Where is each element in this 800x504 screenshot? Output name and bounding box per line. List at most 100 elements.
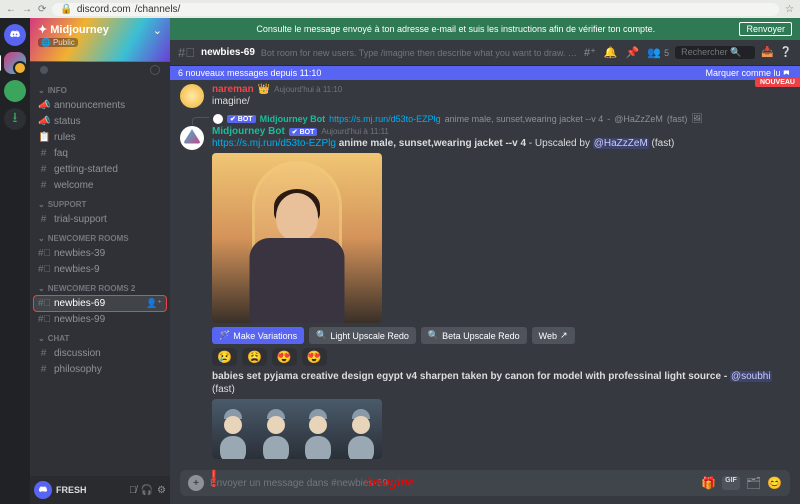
threads-icon[interactable]: #⁺ bbox=[584, 46, 596, 59]
make-variations-button[interactable]: 🪄 Make Variations bbox=[212, 327, 304, 344]
reactions: 😢 😩 😍 😍 bbox=[212, 348, 790, 366]
server-midjourney[interactable] bbox=[4, 52, 26, 74]
inbox-icon[interactable]: 📥 bbox=[761, 47, 773, 58]
imagine-overlay: /imagine bbox=[365, 475, 414, 491]
hash-icon: # bbox=[38, 214, 49, 225]
server-visibility-badge: 🌐 Public bbox=[38, 38, 78, 47]
timestamp: Aujourd'hui à 11:10 bbox=[274, 85, 342, 94]
channel-newbies-9[interactable]: #⃒newbies-9 bbox=[34, 262, 166, 277]
channel-rules[interactable]: 📋rules bbox=[34, 130, 166, 145]
download-apps-button[interactable]: ⭳ bbox=[4, 108, 26, 130]
banner-text: Consulte le message envoyé à ton adresse… bbox=[178, 24, 733, 34]
warning-icon: ❗ bbox=[204, 469, 224, 489]
reaction[interactable]: 😢 bbox=[212, 348, 237, 366]
channel-getting-started[interactable]: #getting-started bbox=[34, 162, 166, 177]
discord-home-button[interactable] bbox=[4, 24, 26, 46]
user-name: FRESH bbox=[56, 485, 125, 495]
timestamp: Aujourd'hui à 11:11 bbox=[321, 127, 389, 136]
help-icon[interactable]: ❔ bbox=[780, 47, 792, 58]
server-name: Midjourney bbox=[50, 24, 109, 36]
mute-icon[interactable]: 🎙̸ bbox=[129, 485, 137, 496]
verified-icon: ✦ bbox=[38, 23, 47, 36]
channel-status[interactable]: 📣status bbox=[34, 114, 166, 129]
attach-button[interactable]: + bbox=[188, 475, 204, 491]
message-content: https://s.mj.run/d53to-EZPlg anime male,… bbox=[212, 137, 790, 150]
composer-placeholder: Envoyer un message dans #newbies-69 bbox=[210, 478, 695, 489]
new-tag: NOUVEAU bbox=[755, 78, 800, 87]
reaction[interactable]: 😍 bbox=[272, 348, 297, 366]
light-upscale-button[interactable]: 🔍 Light Upscale Redo bbox=[309, 327, 416, 344]
avatar[interactable] bbox=[180, 126, 204, 150]
author-name[interactable]: Midjourney Bot bbox=[212, 126, 285, 137]
avatar[interactable] bbox=[180, 84, 204, 108]
message-content: imagine/ bbox=[212, 95, 790, 108]
channel-newbies-39[interactable]: #⃒newbies-39 bbox=[34, 246, 166, 261]
bot-tag: ✔ BOT bbox=[227, 115, 256, 123]
category-header[interactable]: ⌄ NEWCOMER ROOMS 2 bbox=[34, 278, 166, 295]
user-avatar[interactable] bbox=[34, 481, 52, 499]
chevron-down-icon: ⌄ bbox=[38, 234, 45, 243]
channel-newbies-69[interactable]: #⃒ newbies-69 👤⁺ bbox=[34, 296, 166, 311]
channel-label: discussion bbox=[54, 348, 101, 359]
settings-icon[interactable]: ⚙ bbox=[157, 485, 166, 496]
author-name[interactable]: nareman bbox=[212, 84, 254, 95]
image-attachment[interactable] bbox=[212, 399, 382, 459]
channel-list: ⌄ INFO📣announcements📣status📋rules#faq#ge… bbox=[30, 80, 170, 476]
bot-tag: ✔ BOT bbox=[289, 128, 318, 136]
channel-discussion[interactable]: # discussion bbox=[34, 346, 166, 361]
message-composer[interactable]: + ❗ Envoyer un message dans #newbies-69 … bbox=[180, 470, 790, 496]
reaction[interactable]: 😍 bbox=[302, 348, 327, 366]
resend-button[interactable]: Renvoyer bbox=[739, 22, 792, 36]
members-icon[interactable]: 👥 5 bbox=[647, 46, 669, 59]
new-messages-text: 6 nouveaux messages depuis 11:10 bbox=[178, 68, 321, 78]
category-header[interactable]: ⌄ CHAT bbox=[34, 328, 166, 345]
hash-icon: # bbox=[38, 348, 49, 359]
forward-icon[interactable]: → bbox=[22, 4, 32, 15]
message-list: nareman 👑 Aujourd'hui à 11:10 imagine/ ✔… bbox=[170, 80, 800, 466]
channel-label: newbies-69 bbox=[54, 298, 105, 309]
sticker-icon[interactable]: 🗂 bbox=[746, 476, 761, 490]
channel-label: announcements bbox=[54, 100, 125, 111]
pins-icon[interactable]: 📌 bbox=[626, 46, 640, 59]
boost-progress bbox=[36, 64, 164, 76]
reply-reference[interactable]: ✔ BOT Midjourney Bot https://s.mj.run/d5… bbox=[212, 112, 790, 125]
channel-welcome[interactable]: #welcome bbox=[34, 178, 166, 193]
channel-trial-support[interactable]: #trial-support bbox=[34, 212, 166, 227]
hash-chat-icon: #⃒ bbox=[38, 298, 49, 309]
channel-label: status bbox=[54, 116, 81, 127]
channel-faq[interactable]: #faq bbox=[34, 146, 166, 161]
server-2[interactable] bbox=[4, 80, 26, 102]
category-header[interactable]: ⌄ INFO bbox=[34, 80, 166, 97]
back-icon[interactable]: ← bbox=[6, 4, 16, 15]
hash-icon: # bbox=[38, 148, 49, 159]
category-header[interactable]: ⌄ SUPPORT bbox=[34, 194, 166, 211]
add-person-icon[interactable]: 👤⁺ bbox=[146, 298, 162, 309]
chat-area: Consulte le message envoyé à ton adresse… bbox=[170, 18, 800, 504]
notifications-icon[interactable]: 🔔 bbox=[604, 46, 618, 59]
search-input[interactable]: Rechercher 🔍 bbox=[675, 46, 755, 59]
gif-button[interactable]: GIF bbox=[722, 476, 740, 490]
channel-philosophy[interactable]: #philosophy bbox=[34, 362, 166, 377]
beta-upscale-button[interactable]: 🔍 Beta Upscale Redo bbox=[421, 327, 527, 344]
star-icon[interactable]: ☆ bbox=[785, 4, 794, 15]
channel-label: newbies-9 bbox=[54, 264, 100, 275]
new-messages-bar[interactable]: 6 nouveaux messages depuis 11:10 Marquer… bbox=[170, 66, 800, 80]
image-attachment[interactable] bbox=[212, 153, 382, 323]
web-button[interactable]: Web ↗ bbox=[532, 327, 575, 344]
emoji-icon[interactable]: 😊 bbox=[767, 476, 782, 490]
url-host: discord.com bbox=[77, 4, 131, 15]
reaction[interactable]: 😩 bbox=[242, 348, 267, 366]
deafen-icon[interactable]: 🎧 bbox=[141, 485, 153, 496]
mark-read-button[interactable]: Marquer comme lu bbox=[705, 68, 792, 78]
address-bar[interactable]: 🔒 discord.com/channels/ bbox=[52, 3, 779, 16]
channel-newbies-99[interactable]: #⃒newbies-99 bbox=[34, 312, 166, 327]
gift-icon[interactable]: 🎁 bbox=[701, 476, 716, 490]
crown-icon: 👑 bbox=[258, 84, 270, 95]
channel-announcements[interactable]: 📣announcements bbox=[34, 98, 166, 113]
hash-icon: # bbox=[38, 180, 49, 191]
message: Midjourney Bot ✔ BOT Aujourd'hui à 11:11… bbox=[180, 126, 790, 459]
reload-icon[interactable]: ⟳ bbox=[38, 4, 46, 15]
category-header[interactable]: ⌄ NEWCOMER ROOMS bbox=[34, 228, 166, 245]
rules-icon: 📋 bbox=[38, 132, 49, 143]
server-header[interactable]: ✦ Midjourney 🌐 Public ⌄ bbox=[30, 18, 170, 62]
